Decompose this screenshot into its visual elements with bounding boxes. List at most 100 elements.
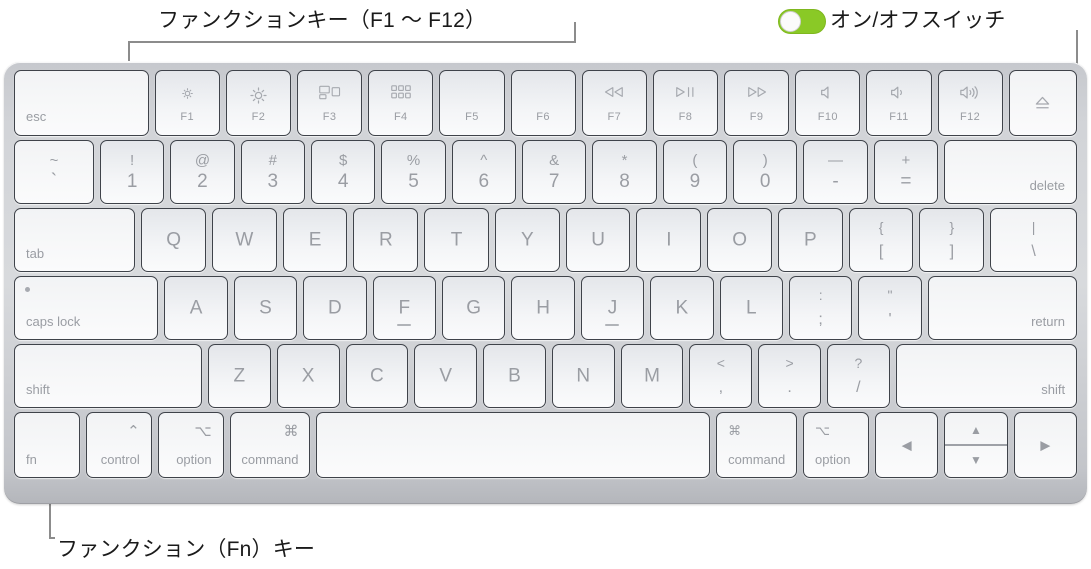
key-bracket-right[interactable]: } ] (919, 208, 985, 272)
key-l[interactable]: L (719, 276, 783, 340)
key-return[interactable]: return (927, 276, 1078, 340)
key-m-label: M (644, 365, 660, 387)
key-shift-right-label: shift (1041, 382, 1066, 397)
key-p[interactable]: P (777, 208, 843, 272)
key-z[interactable]: Z (207, 344, 271, 408)
key-q[interactable]: Q (141, 208, 206, 272)
key-arrow-right[interactable]: ▶ (1013, 412, 1078, 478)
key-f4[interactable]: F4 (368, 70, 434, 136)
key-space[interactable] (316, 412, 711, 478)
keyboard-diagram: ファンクションキー（F1 〜 F12） オン/オフスイッチ ファンクション（Fn… (0, 0, 1091, 569)
key-f8[interactable]: F8 (652, 70, 719, 136)
key-k[interactable]: K (650, 276, 714, 340)
key-d[interactable]: D (303, 276, 367, 340)
key-arrow-up-down[interactable]: ▲ ▼ (944, 412, 1008, 478)
key-6[interactable]: ^ 6 (451, 140, 516, 204)
key-u[interactable]: U (565, 208, 631, 272)
key-option-left[interactable]: ⌥ option (157, 412, 224, 478)
key-esc[interactable]: esc (14, 70, 149, 136)
key-slash-shifted: ? (854, 355, 863, 371)
key-r[interactable]: R (353, 208, 419, 272)
key-8-base: 8 (619, 171, 630, 192)
key-c[interactable]: C (345, 344, 409, 408)
key-bracket-left[interactable]: { [ (848, 208, 914, 272)
key-f5[interactable]: F5 (439, 70, 505, 136)
key-b[interactable]: B (483, 344, 546, 408)
key-f[interactable]: F (372, 276, 436, 340)
key-m[interactable]: M (620, 344, 684, 408)
key-9[interactable]: ( 9 (662, 140, 728, 204)
key-5[interactable]: % 5 (381, 140, 446, 204)
key-1[interactable]: ! 1 (99, 140, 165, 204)
key-f12[interactable]: F12 (937, 70, 1003, 136)
on-off-switch-icon[interactable] (778, 9, 826, 34)
key-control-left-label: control (100, 452, 140, 467)
key-2[interactable]: @ 2 (170, 140, 235, 204)
key-eject[interactable] (1008, 70, 1078, 136)
key-backslash[interactable]: | \ (990, 208, 1077, 272)
key-control-left[interactable]: ⌃ control (85, 412, 152, 478)
key-e-label: E (308, 229, 322, 251)
key-period[interactable]: > . (758, 344, 821, 408)
key-bracket-right-base: ] (949, 243, 955, 260)
key-t[interactable]: T (424, 208, 489, 272)
key-v[interactable]: V (414, 344, 478, 408)
key-f1[interactable]: F1 (154, 70, 220, 136)
arrow-up-icon[interactable]: ▲ (945, 413, 1006, 445)
key-h[interactable]: H (511, 276, 575, 340)
key-8[interactable]: * 8 (592, 140, 657, 204)
arrow-down-icon[interactable]: ▼ (945, 445, 1006, 477)
key-y[interactable]: Y (494, 208, 560, 272)
key-i[interactable]: I (636, 208, 702, 272)
key-slash[interactable]: ? / (827, 344, 890, 408)
key-2-base: 2 (197, 171, 208, 192)
key-tab[interactable]: tab (14, 208, 136, 272)
key-grave[interactable]: ~ ` (14, 140, 94, 204)
command-symbol-icon: ⌘ (728, 423, 742, 438)
key-j[interactable]: J (580, 276, 645, 340)
leader-line-function-keys-left-stub (128, 41, 130, 61)
fast-forward-icon (725, 85, 788, 99)
key-semicolon[interactable]: : ; (788, 276, 853, 340)
key-u-label: U (591, 229, 605, 251)
key-comma[interactable]: < , (689, 344, 753, 408)
key-x[interactable]: X (276, 344, 340, 408)
key-e[interactable]: E (282, 208, 348, 272)
key-g[interactable]: G (441, 276, 506, 340)
key-shift-right[interactable]: shift (895, 344, 1078, 408)
key-w[interactable]: W (211, 208, 277, 272)
key-f10[interactable]: F10 (795, 70, 861, 136)
key-n-label: N (576, 365, 591, 387)
key-shift-left[interactable]: shift (14, 344, 202, 408)
key-bracket-left-shifted: { (878, 219, 884, 235)
key-f11[interactable]: F11 (866, 70, 932, 136)
key-f3[interactable]: F3 (297, 70, 363, 136)
key-option-right[interactable]: ⌥ option (803, 412, 869, 478)
key-caps-lock[interactable]: caps lock (14, 276, 159, 340)
key-equal[interactable]: + = (873, 140, 939, 204)
key-fn[interactable]: fn (14, 412, 80, 478)
key-backslash-shifted: | (1031, 219, 1036, 235)
key-0[interactable]: ) 0 (733, 140, 798, 204)
key-9-shifted: ( (692, 152, 698, 169)
key-4[interactable]: $ 4 (310, 140, 376, 204)
leader-line-fn-key-horizontal (49, 537, 55, 539)
key-quote[interactable]: " ' (858, 276, 922, 340)
key-command-right[interactable]: ⌘ command (716, 412, 798, 478)
key-o[interactable]: O (707, 208, 772, 272)
key-minus[interactable]: — - (803, 140, 868, 204)
key-command-left[interactable]: ⌘ command (229, 412, 311, 478)
key-f2[interactable]: F2 (225, 70, 291, 136)
key-s[interactable]: S (233, 276, 298, 340)
key-f6[interactable]: F6 (510, 70, 576, 136)
launchpad-icon (369, 85, 432, 99)
key-n[interactable]: N (551, 344, 615, 408)
key-slash-base: / (856, 379, 861, 396)
key-f7[interactable]: F7 (581, 70, 647, 136)
key-3[interactable]: # 3 (240, 140, 305, 204)
key-arrow-left[interactable]: ◀ (874, 412, 939, 478)
key-f9[interactable]: F9 (724, 70, 790, 136)
key-a[interactable]: A (164, 276, 228, 340)
key-7[interactable]: & 7 (522, 140, 587, 204)
key-delete[interactable]: delete (944, 140, 1077, 204)
